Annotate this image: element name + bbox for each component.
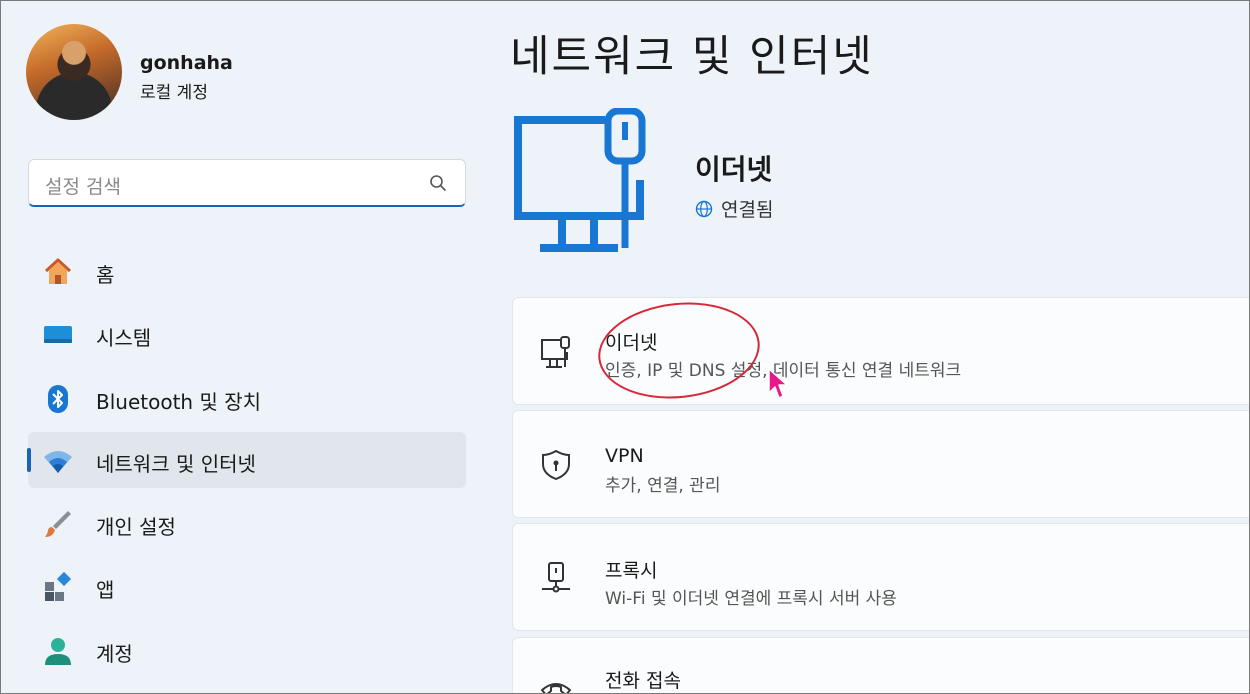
sidebar-item-label: 앱 [96, 578, 115, 602]
account-icon [45, 638, 71, 665]
selected-indicator [27, 448, 31, 472]
connection-title: 이더넷 [695, 153, 773, 186]
sidebar-item-label: 시스템 [96, 326, 152, 350]
wifi-icon [44, 451, 72, 473]
status-text: 연결됨 [721, 199, 774, 221]
sidebar-item-bluetooth[interactable]: Bluetooth 및 장치 [28, 370, 466, 426]
sidebar-item-label: Bluetooth 및 장치 [96, 390, 262, 414]
avatar[interactable] [26, 24, 122, 120]
vpn-card[interactable]: VPN 추가, 연결, 관리 [512, 410, 1250, 518]
user-name: gonhaha [140, 52, 233, 74]
search-icon[interactable] [429, 174, 447, 192]
apps-icon [45, 571, 72, 601]
sidebar-item-personalization[interactable]: 개인 설정 [28, 495, 466, 551]
proxy-icon [542, 562, 570, 593]
sidebar-item-label: 네트워크 및 인터넷 [96, 452, 256, 476]
vpn-shield-icon [542, 449, 570, 481]
dialup-icon [541, 683, 571, 694]
ethernet-monitor-icon [514, 108, 646, 252]
sidebar: gonhaha 로컬 계정 설정 검색 홈 시스템 Bluetooth 및 장치 [0, 0, 490, 694]
card-title: VPN [605, 445, 644, 467]
sidebar-item-network[interactable]: 네트워크 및 인터넷 [27, 432, 466, 488]
home-icon [44, 258, 72, 284]
card-subtitle: Wi-Fi 및 이더넷 연결에 프록시 서버 사용 [605, 589, 897, 609]
globe-icon [695, 200, 713, 218]
proxy-card[interactable]: 프록시 Wi-Fi 및 이더넷 연결에 프록시 서버 사용 [512, 523, 1250, 631]
bluetooth-icon [48, 385, 68, 413]
card-title: 프록시 [605, 560, 658, 582]
sidebar-item-label: 개인 설정 [96, 515, 176, 539]
brush-icon [45, 511, 71, 537]
sidebar-item-accounts[interactable]: 계정 [28, 622, 466, 678]
account-type: 로컬 계정 [140, 83, 208, 103]
search-box[interactable]: 설정 검색 [28, 159, 466, 207]
card-subtitle: 추가, 연결, 관리 [605, 476, 721, 496]
search-input[interactable]: 설정 검색 [45, 172, 121, 199]
dialup-card[interactable]: 전화 접속 [512, 637, 1250, 694]
system-icon [44, 326, 72, 343]
sidebar-item-apps[interactable]: 앱 [28, 558, 466, 614]
page-title: 네트워크 및 인터넷 [510, 32, 874, 82]
sidebar-item-label: 홈 [96, 263, 115, 287]
sidebar-item-home[interactable]: 홈 [28, 243, 466, 299]
mouse-cursor-icon [768, 368, 788, 399]
sidebar-item-system[interactable]: 시스템 [28, 306, 466, 362]
sidebar-item-label: 계정 [96, 642, 133, 666]
card-title: 전화 접속 [605, 670, 681, 692]
connection-status: 연결됨 [695, 195, 773, 222]
ethernet-icon [541, 336, 570, 368]
